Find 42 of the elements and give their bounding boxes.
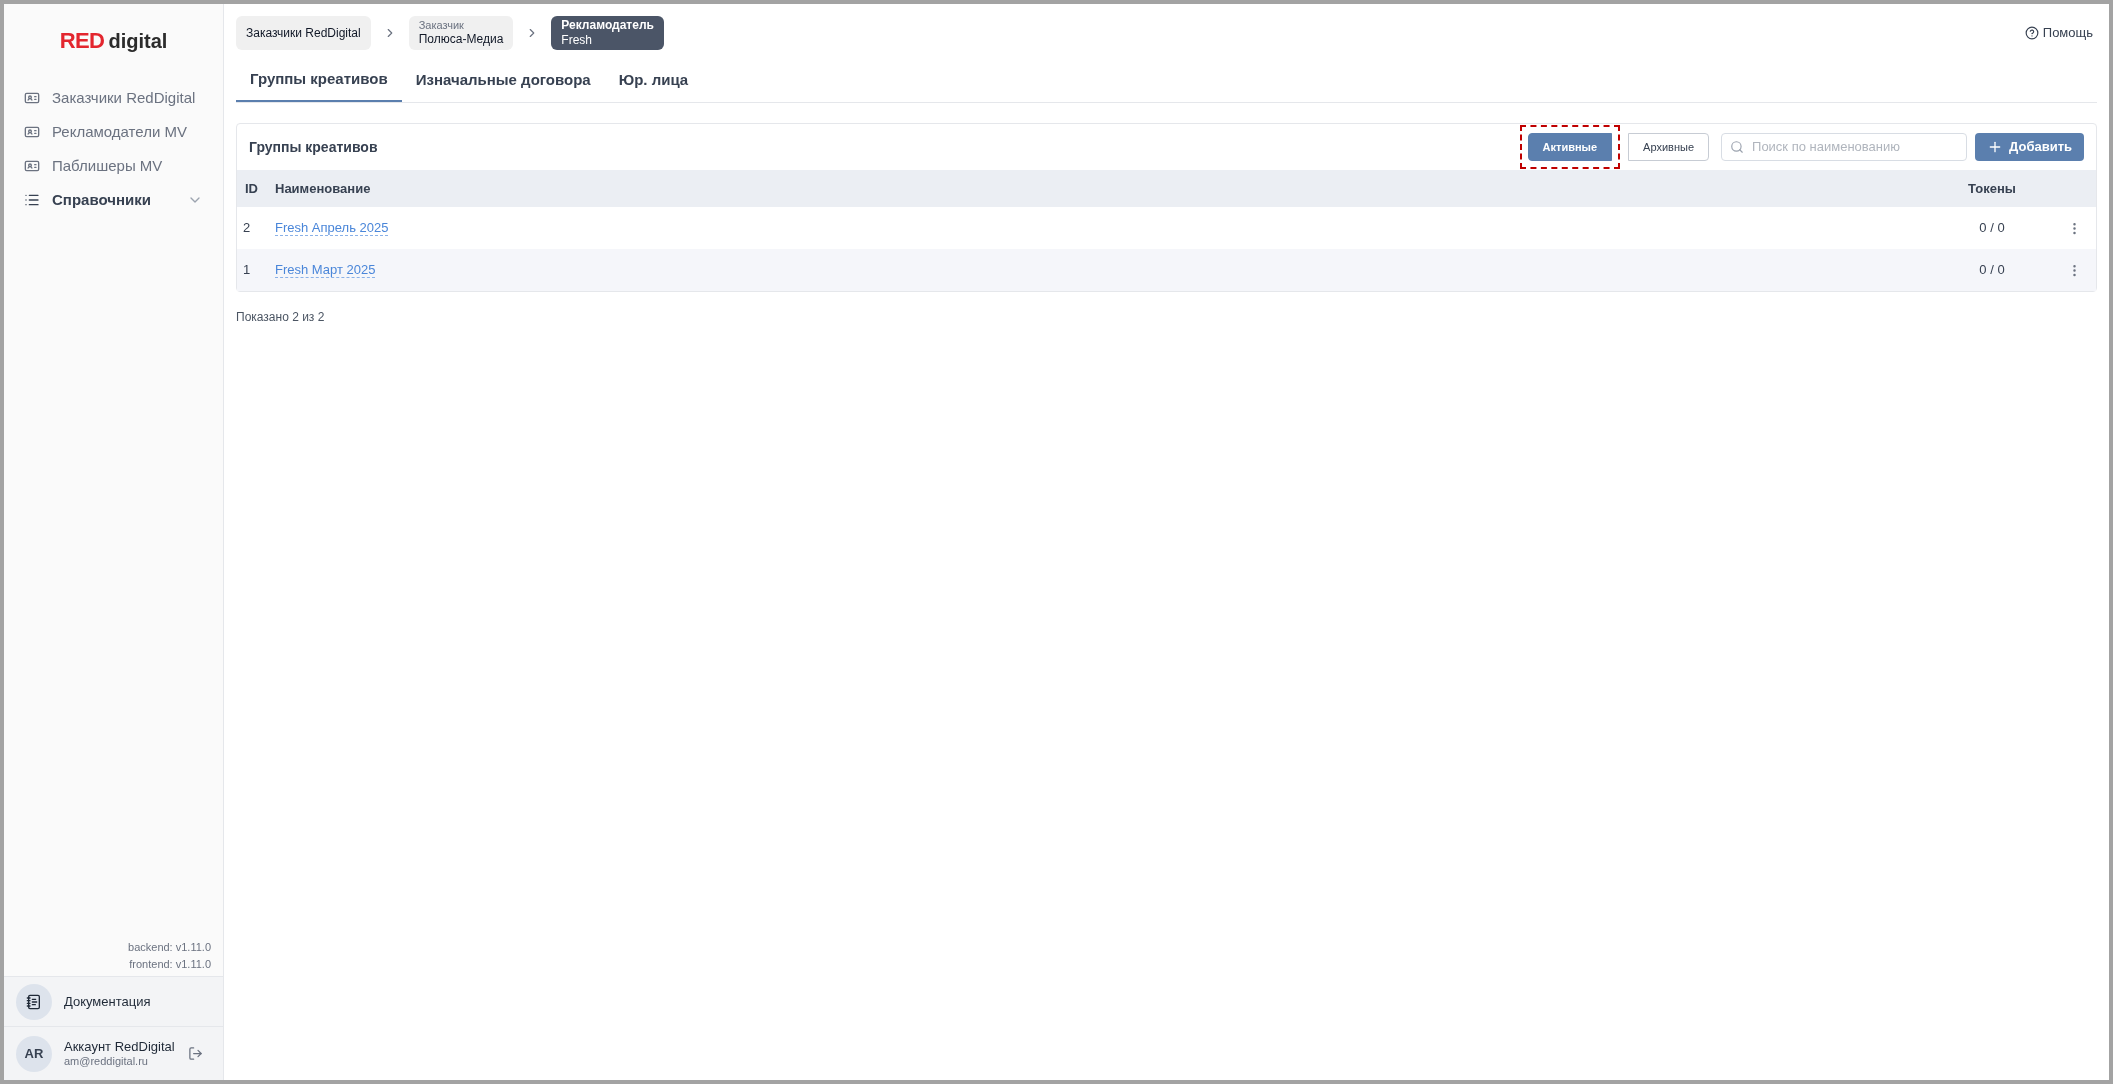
filter-button[interactable]: Архивные (1628, 133, 1710, 161)
group-link[interactable]: Fresh Апрель 2025 (275, 220, 389, 237)
documentation-link[interactable]: Документация (4, 976, 223, 1026)
group-link[interactable]: Fresh Март 2025 (275, 262, 376, 279)
avatar: AR (16, 1035, 52, 1072)
search-icon (1730, 140, 1745, 154)
tab[interactable]: Изначальные договора (401, 58, 605, 102)
tab[interactable]: Юр. лица (604, 58, 703, 102)
account-email: am@reddigital.ru (64, 1054, 149, 1069)
list-icon (24, 192, 40, 208)
column-header: ID (244, 179, 259, 198)
tokens-cell-text: 0 / 0 (1978, 261, 2006, 280)
id-cell-text: 1 (242, 261, 252, 280)
tokens-cell-text: 0 / 0 (1978, 219, 2006, 238)
version-text: frontend: v1.11.0 (129, 956, 211, 972)
search-input[interactable]: Поиск по наименованию (1752, 137, 1959, 157)
breadcrumb[interactable]: Рекламодатель Fresh (551, 16, 664, 50)
help-icon (2024, 26, 2039, 40)
logout-icon[interactable] (188, 1046, 203, 1061)
account-name: Аккаунт RedDigital (64, 1038, 176, 1055)
filter-button[interactable]: Активные (1527, 133, 1613, 161)
logo[interactable]: RED digital (4, 4, 223, 81)
id-card-icon (24, 90, 40, 106)
column-header: Наименование (274, 179, 372, 198)
id-card-icon (24, 158, 40, 174)
sidebar-item[interactable]: Паблишеры MV (4, 149, 223, 183)
card-title: Группы креативов (249, 137, 379, 157)
sidebar-item[interactable]: Справочники (4, 183, 223, 217)
search-field[interactable]: Поиск по наименованию (1721, 133, 1968, 161)
add-button[interactable]: Добавить (1975, 133, 2084, 161)
sidebar-item[interactable]: Рекламодатели MV (4, 115, 223, 149)
book-icon (16, 983, 52, 1020)
tab[interactable]: Группы креативов (236, 58, 402, 102)
sidebar-item[interactable]: Заказчики RedDigital (4, 81, 223, 115)
id-cell-text: 2 (242, 219, 252, 238)
breadcrumb[interactable]: Заказчик Полюса-Медиа (408, 16, 514, 50)
help-link[interactable]: Помощь (2024, 23, 2093, 43)
footer-text: Показано 2 из 2 (236, 309, 326, 326)
column-header: Токены (1967, 179, 2017, 198)
breadcrumb[interactable]: Заказчики RedDigital (236, 16, 371, 50)
id-card-icon (24, 124, 40, 140)
version-text: backend: v1.11.0 (128, 940, 211, 955)
